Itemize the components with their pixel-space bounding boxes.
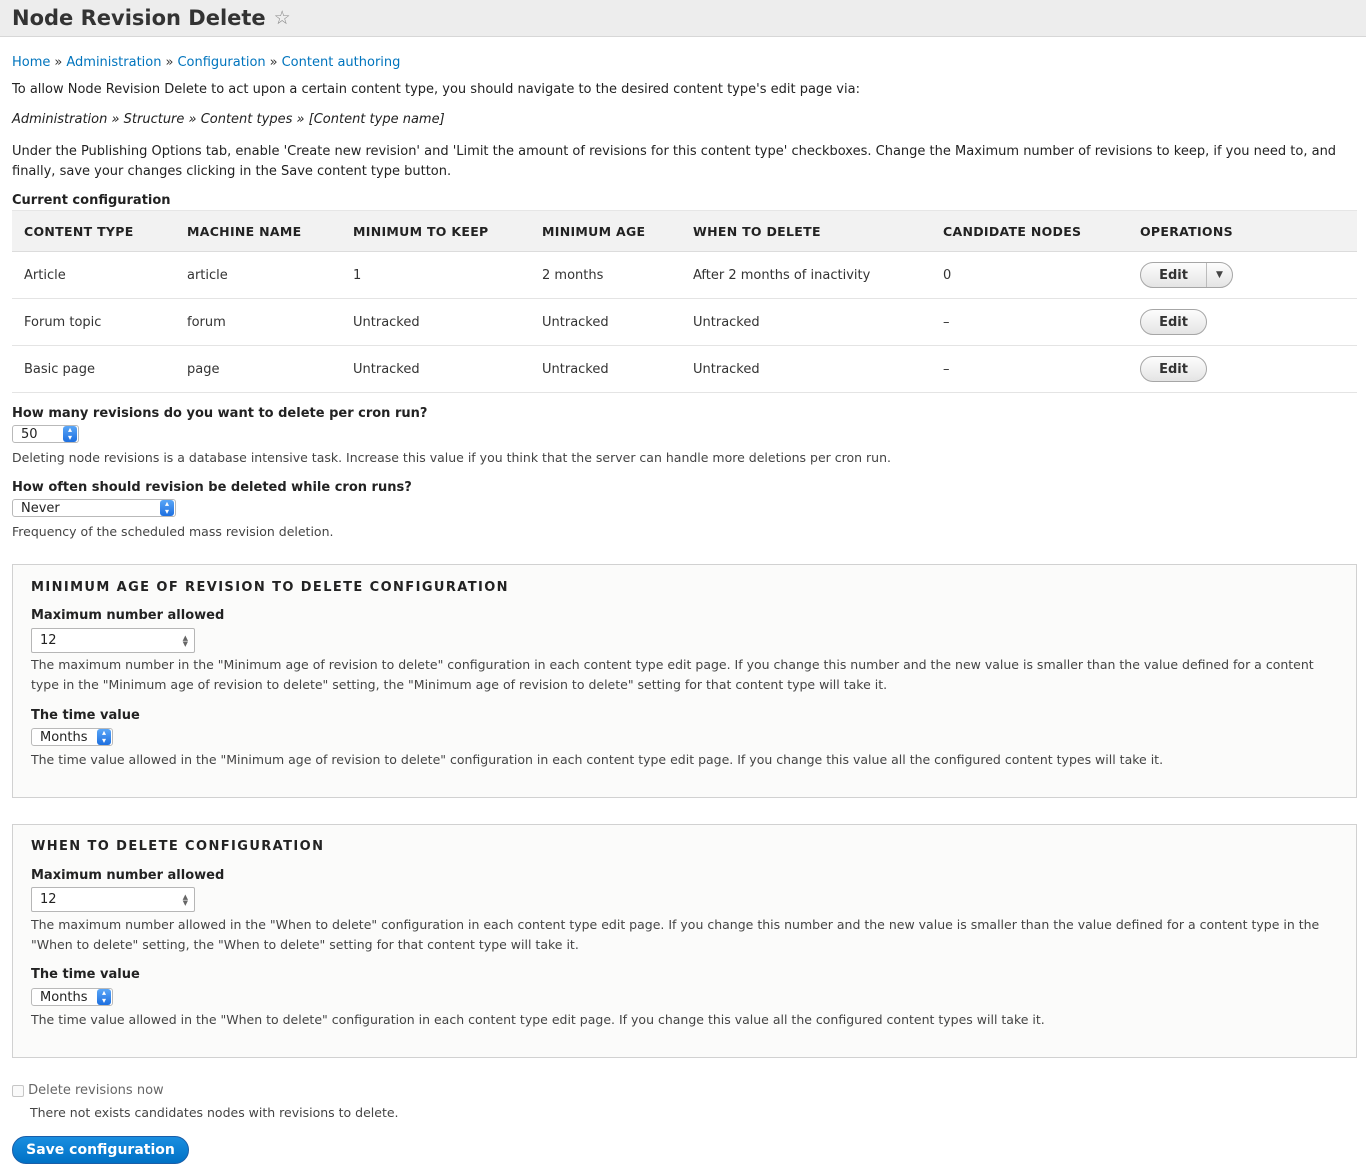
cell-minimum-age: Untracked — [530, 298, 681, 346]
page-header: Node Revision Delete ☆ — [0, 0, 1366, 37]
when-to-delete-fieldset: WHEN TO DELETE CONFIGURATION Maximum num… — [12, 824, 1357, 1058]
minimum-age-fieldset: MINIMUM AGE OF REVISION TO DELETE CONFIG… — [12, 564, 1357, 798]
cell-when-to-delete: Untracked — [681, 298, 931, 346]
edit-dropbutton: Edit ▼ — [1140, 262, 1233, 288]
per-cron-description: Deleting node revisions is a database in… — [12, 450, 891, 465]
configuration-table: CONTENT TYPE MACHINE NAME MINIMUM TO KEE… — [12, 210, 1357, 393]
cell-when-to-delete: Untracked — [681, 345, 931, 393]
time-value-select[interactable]: Months ▴ ▾ — [31, 988, 113, 1006]
frequency-description: Frequency of the scheduled mass revision… — [12, 524, 334, 539]
table-row: Article article 1 2 months After 2 month… — [12, 251, 1357, 299]
select-arrows-icon: ▴ ▾ — [160, 500, 174, 516]
time-value-description: The time value allowed in the "Minimum a… — [31, 752, 1164, 767]
per-cron-label: How many revisions do you want to delete… — [12, 406, 428, 421]
breadcrumb-separator: » — [54, 55, 63, 70]
cell-minimum-to-keep: Untracked — [341, 298, 530, 346]
cell-operations: Edit — [1128, 345, 1357, 393]
number-spinner-icon[interactable]: ▲ ▼ — [183, 635, 188, 648]
per-cron-select[interactable]: 50 ▴ ▾ — [12, 425, 79, 443]
header-candidate-nodes: CANDIDATE NODES — [931, 210, 1128, 252]
table-row: Basic page page Untracked Untracked Untr… — [12, 345, 1357, 393]
max-number-value: 12 — [40, 892, 57, 907]
breadcrumb-administration[interactable]: Administration — [66, 55, 161, 70]
delete-revisions-description: There not exists candidates nodes with r… — [30, 1105, 399, 1120]
cell-content-type: Forum topic — [12, 298, 175, 346]
delete-revisions-now: Delete revisions now — [12, 1083, 164, 1098]
header-content-type: CONTENT TYPE — [12, 210, 175, 252]
cell-minimum-to-keep: Untracked — [341, 345, 530, 393]
max-number-label: Maximum number allowed — [31, 868, 225, 883]
cell-candidate-nodes: – — [931, 298, 1128, 346]
intro-text: To allow Node Revision Delete to act upo… — [12, 82, 860, 97]
admin-path-text: Administration » Structure » Content typ… — [12, 112, 445, 127]
save-configuration-button[interactable]: Save configuration — [12, 1136, 189, 1164]
cell-machine-name: article — [175, 251, 341, 299]
current-configuration-label: Current configuration — [12, 193, 171, 208]
time-value-label: The time value — [31, 708, 140, 723]
frequency-select[interactable]: Never ▴ ▾ — [12, 499, 176, 517]
max-number-input[interactable]: 12 ▲ ▼ — [31, 628, 195, 653]
max-number-value: 12 — [40, 633, 57, 648]
minimum-age-legend: MINIMUM AGE OF REVISION TO DELETE CONFIG… — [31, 580, 509, 595]
cell-machine-name: forum — [175, 298, 341, 346]
frequency-label: How often should revision be deleted whi… — [12, 480, 412, 495]
cell-operations: Edit — [1128, 298, 1357, 346]
cell-minimum-age: Untracked — [530, 345, 681, 393]
edit-button[interactable]: Edit — [1141, 263, 1207, 287]
time-value-label: The time value — [31, 967, 140, 982]
header-minimum-age: MINIMUM AGE — [530, 210, 681, 252]
table-row: Forum topic forum Untracked Untracked Un… — [12, 298, 1357, 346]
when-to-delete-legend: WHEN TO DELETE CONFIGURATION — [31, 839, 325, 854]
time-value-description: The time value allowed in the "When to d… — [31, 1012, 1045, 1027]
select-arrows-icon: ▴ ▾ — [97, 989, 111, 1005]
cell-minimum-age: 2 months — [530, 251, 681, 299]
edit-button[interactable]: Edit — [1140, 309, 1207, 335]
star-icon[interactable]: ☆ — [274, 7, 291, 29]
per-cron-value: 50 — [21, 426, 38, 442]
page-title: Node Revision Delete — [12, 6, 266, 30]
table-header-row: CONTENT TYPE MACHINE NAME MINIMUM TO KEE… — [12, 210, 1357, 252]
header-when-to-delete: WHEN TO DELETE — [681, 210, 931, 252]
header-operations: OPERATIONS — [1128, 210, 1357, 252]
breadcrumb-separator: » — [165, 55, 174, 70]
breadcrumb-content-authoring[interactable]: Content authoring — [282, 55, 401, 70]
cell-when-to-delete: After 2 months of inactivity — [681, 251, 931, 299]
select-arrows-icon: ▴ ▾ — [63, 426, 77, 442]
max-number-description: The maximum number allowed in the "When … — [31, 917, 1320, 952]
cell-content-type: Article — [12, 251, 175, 299]
cell-operations: Edit ▼ — [1128, 251, 1357, 299]
select-arrows-icon: ▴ ▾ — [97, 729, 111, 745]
cell-minimum-to-keep: 1 — [341, 251, 530, 299]
breadcrumb: Home» Administration» Configuration» Conten… — [12, 55, 400, 70]
header-minimum-to-keep: MINIMUM TO KEEP — [341, 210, 530, 252]
edit-button[interactable]: Edit — [1140, 356, 1207, 382]
delete-revisions-checkbox[interactable] — [12, 1084, 24, 1097]
cell-candidate-nodes: – — [931, 345, 1128, 393]
frequency-value: Never — [21, 500, 60, 516]
delete-revisions-label: Delete revisions now — [28, 1083, 164, 1098]
header-machine-name: MACHINE NAME — [175, 210, 341, 252]
time-value-value: Months — [40, 989, 88, 1005]
max-number-input[interactable]: 12 ▲ ▼ — [31, 887, 195, 912]
time-value-select[interactable]: Months ▴ ▾ — [31, 728, 113, 746]
caret-down-icon[interactable]: ▼ — [1207, 263, 1232, 287]
breadcrumb-home[interactable]: Home — [12, 55, 50, 70]
breadcrumb-separator: » — [269, 55, 278, 70]
time-value-value: Months — [40, 729, 88, 745]
publishing-options-text: Under the Publishing Options tab, enable… — [12, 144, 1337, 179]
breadcrumb-configuration[interactable]: Configuration — [177, 55, 265, 70]
cell-candidate-nodes: 0 — [931, 251, 1128, 299]
max-number-description: The maximum number in the "Minimum age o… — [31, 657, 1314, 692]
max-number-label: Maximum number allowed — [31, 608, 225, 623]
cell-content-type: Basic page — [12, 345, 175, 393]
cell-machine-name: page — [175, 345, 341, 393]
number-spinner-icon[interactable]: ▲ ▼ — [183, 894, 188, 907]
